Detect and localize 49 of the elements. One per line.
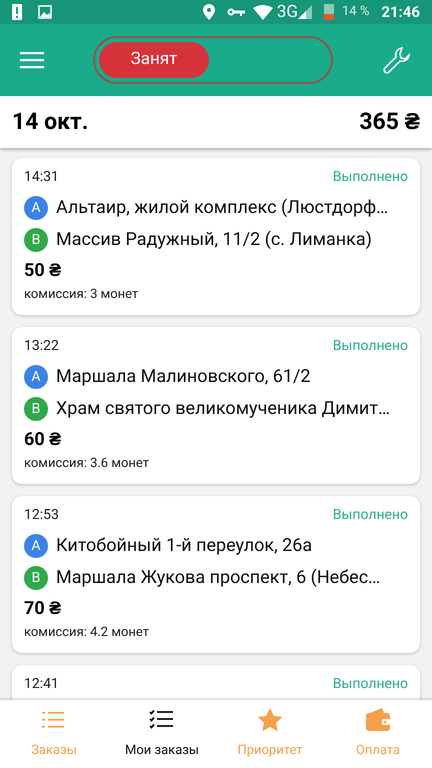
order-price: 50 ₴ (24, 259, 62, 283)
address: Храм святого великомученика Димит… (56, 397, 390, 421)
battery-alert-icon (12, 4, 22, 20)
commission: комиссия: 4.2 монет (24, 624, 150, 642)
toggle-knob: Занят (99, 42, 209, 78)
commission: комиссия: 3.6 монет (24, 455, 150, 473)
battery-percent: 14 % (342, 3, 370, 22)
wifi-icon (252, 4, 273, 20)
route-point-marker: A (24, 365, 48, 389)
clock: 21:46 (381, 2, 420, 23)
commission: комиссия: 3 монет (24, 286, 140, 304)
route-point-marker: A (24, 196, 48, 220)
order-time: 12:41 (24, 675, 59, 694)
order-time: 13:22 (24, 337, 59, 356)
address: Массив Радужный, 11/2 (с. Лиманка) (56, 228, 372, 252)
date: 14 окт. (12, 106, 88, 137)
route-point-marker: B (24, 566, 48, 590)
route-point-marker: A (24, 534, 48, 558)
nav-tab[interactable]: Мои заказы (108, 700, 216, 768)
order-price: 70 ₴ (24, 597, 62, 621)
star-icon (256, 707, 284, 734)
order-status: Выполнено (332, 337, 408, 356)
order-price: 60 ₴ (24, 428, 62, 452)
order-status: Выполнено (332, 675, 408, 694)
address: Альтаир, жилой комплекс (Люстдорф… (56, 196, 388, 220)
order-time: 14:31 (24, 168, 59, 187)
image-icon (38, 5, 52, 19)
location-icon (202, 4, 215, 20)
status-toggle[interactable]: Занят (93, 36, 333, 84)
address: Маршала Жукова проспект, 6 (Небес… (56, 566, 380, 590)
total-amount: 365 ₴ (359, 106, 420, 137)
address: Маршала Малиновского, 61/2 (56, 365, 311, 389)
order-status: Выполнено (332, 506, 408, 525)
address: Китобойный 1-й переулок, 26а (56, 534, 312, 558)
menu-icon[interactable] (20, 51, 44, 69)
order-status: Выполнено (332, 168, 408, 187)
key-icon (226, 7, 245, 17)
order-time: 12:53 (24, 506, 59, 525)
wrench-icon[interactable] (382, 45, 412, 75)
signal-icon (298, 5, 312, 19)
route-point-marker: B (24, 397, 48, 421)
order-card[interactable]: 14:31 Выполнено A Альтаир, жилой комплекс (Люстдорф… B Массив Радужный, 11/2 (с. Лиманка) 50 ₴ комиссия: 3 монет (12, 158, 420, 315)
route-point-marker: B (24, 228, 48, 252)
network-type: 3G (276, 4, 298, 20)
wallet-icon (364, 707, 392, 734)
order-card[interactable]: 12:53 Выполнено A Китобойный 1-й переулок, 26а B Маршала Жукова проспект, 6 (Небес… 70 ₴ комиссия: 4.2 монет (12, 496, 420, 653)
order-card[interactable]: 12:41 Выполнено (12, 665, 420, 700)
order-card[interactable]: 13:22 Выполнено A Маршала Малиновского, 61/2 B Храм святого великомученика Димит… 60 ₴ комиссия: 3.6 монет (12, 327, 420, 484)
battery-icon (324, 4, 334, 20)
